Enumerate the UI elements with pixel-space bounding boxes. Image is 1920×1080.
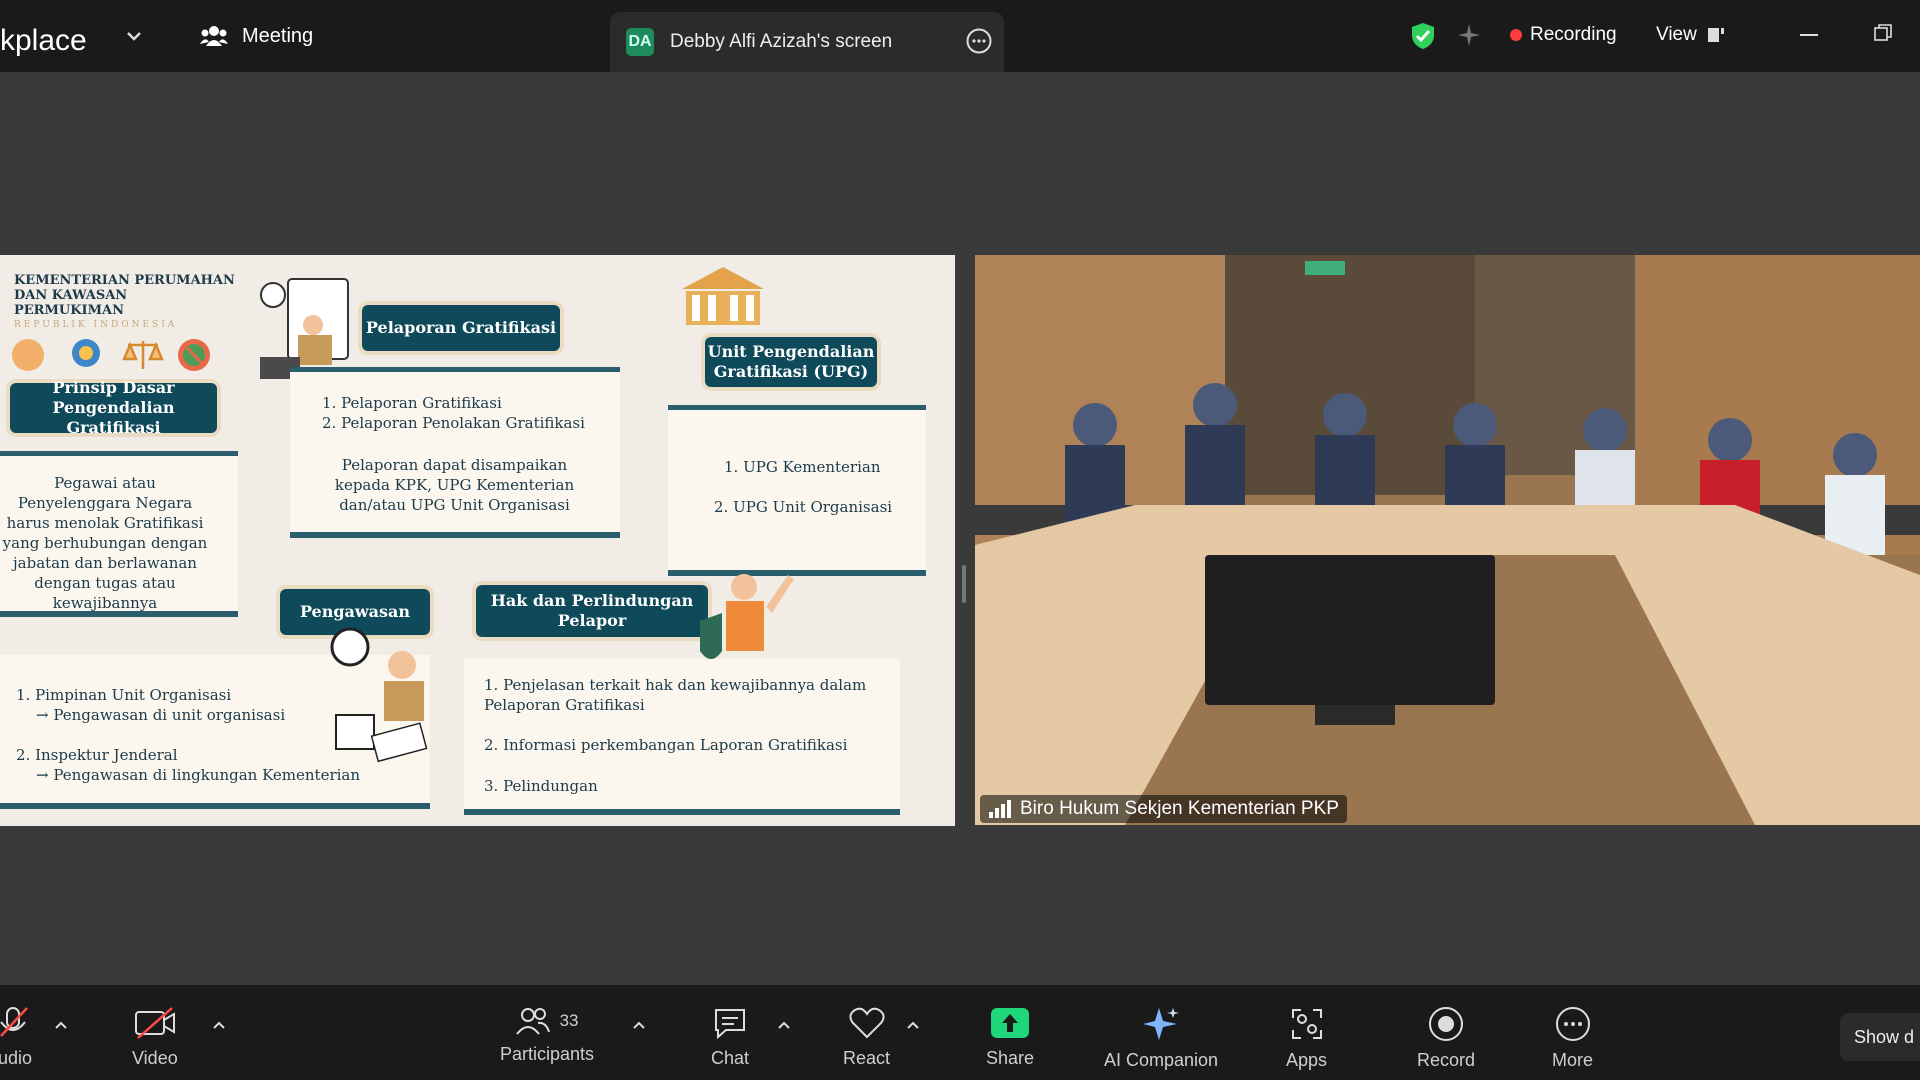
participants-icon	[515, 1008, 550, 1035]
recording-label: Recording	[1530, 24, 1617, 45]
audio-label: udio	[0, 1048, 33, 1068]
chevron-down-icon[interactable]	[124, 26, 144, 46]
react-caret-icon[interactable]	[906, 1020, 920, 1030]
principle-icons	[12, 339, 210, 371]
ministry-subtitle: REPUBLIK INDONESIA	[14, 320, 178, 330]
hak-item-1: 1. Penjelasan terkait hak dan kewajibann…	[484, 676, 867, 714]
upg-header-text: Unit Pengendalian Gratifikasi (UPG)	[707, 342, 875, 381]
upg-card	[668, 405, 926, 576]
prinsip-header: Prinsip Dasar Pengendalian Gratifikasi	[10, 378, 217, 437]
apps-button[interactable]: Apps	[1286, 1006, 1327, 1071]
shared-screen-name: Debby Alfi Azizah's screen	[670, 31, 893, 52]
signal-strength-icon	[989, 800, 1011, 818]
hak-item-2: 2. Informasi perkembangan Laporan Gratif…	[484, 736, 848, 754]
show-button[interactable]: Show d	[1840, 1013, 1920, 1061]
record-button[interactable]: Record	[1417, 1006, 1475, 1071]
pengawasan-item-2: 2. Inspektur Jenderal	[16, 746, 178, 764]
chat-button[interactable]: Chat	[711, 1006, 749, 1069]
pengawasan-header-text: Pengawasan	[299, 602, 411, 621]
supervision-illustration	[330, 627, 428, 763]
more-button[interactable]: More	[1552, 1006, 1593, 1071]
recording-indicator[interactable]: Recording	[1510, 24, 1617, 46]
participants-label: Participants	[500, 1044, 595, 1064]
video-label: Video	[132, 1048, 178, 1068]
upg-item-1: 1. UPG Kementerian	[724, 458, 881, 476]
ministry-title: KEMENTERIAN PERUMAHAN DAN KAWASAN PERMUK…	[14, 273, 235, 318]
participants-caret-icon[interactable]	[632, 1020, 646, 1030]
more-icon	[1555, 1007, 1590, 1041]
participants-count: 33	[559, 1011, 579, 1030]
ai-companion-button[interactable]: AI Companion	[1104, 1006, 1218, 1071]
chat-caret-icon[interactable]	[777, 1020, 791, 1030]
people-icon	[200, 26, 228, 46]
meeting-menu[interactable]: Meeting	[200, 24, 313, 48]
audio-button[interactable]: udio	[0, 1006, 32, 1069]
react-button[interactable]: React	[843, 1006, 890, 1069]
participant-name: Biro Hukum Sekjen Kementerian PKP	[1020, 798, 1339, 819]
more-label: More	[1552, 1050, 1594, 1070]
chat-icon	[715, 1009, 746, 1040]
pengawasan-item-2-sub: → Pengawasan di lingkungan Kementerian	[36, 766, 361, 784]
prinsip-text: Pegawai atau Penyelenggara Negara harus …	[2, 474, 208, 612]
audio-options-caret-icon[interactable]	[54, 1020, 68, 1030]
view-layout-icon	[1707, 28, 1724, 42]
pengawasan-item-1-sub: → Pengawasan di unit organisasi	[36, 706, 286, 724]
view-label: View	[1656, 24, 1697, 45]
video-button[interactable]: Video	[132, 1006, 178, 1069]
split-resize-handle[interactable]	[962, 565, 966, 603]
heart-icon	[848, 1007, 885, 1039]
prinsip-header-text: Prinsip Dasar Pengendalian Gratifikasi	[52, 378, 175, 437]
ai-companion-label: AI Companion	[1104, 1050, 1219, 1070]
hak-item-3: 3. Pelindungan	[484, 777, 598, 795]
view-button[interactable]: View	[1656, 24, 1725, 46]
more-options-icon[interactable]	[966, 28, 992, 54]
video-off-icon	[134, 1007, 175, 1039]
participants-icon-row: 33	[515, 1006, 579, 1036]
hak-header: Hak dan Perlindungan Pelapor	[476, 585, 708, 637]
meeting-label: Meeting	[242, 24, 314, 47]
react-label: React	[843, 1048, 891, 1068]
upg-header: Unit Pengendalian Gratifikasi (UPG)	[705, 337, 877, 387]
apps-label: Apps	[1286, 1050, 1328, 1070]
pelaporan-header: Pelaporan Gratifikasi	[362, 305, 560, 351]
security-shield-icon[interactable]	[1410, 22, 1436, 50]
record-label: Record	[1417, 1050, 1476, 1070]
meeting-room-scene	[975, 255, 1920, 825]
restore-window-icon[interactable]	[1874, 24, 1892, 42]
pelaporan-item-2: 2. Pelaporan Penolakan Gratifikasi	[322, 414, 585, 432]
upg-item-2: 2. UPG Unit Organisasi	[714, 498, 893, 516]
participant-name-label: Biro Hukum Sekjen Kementerian PKP	[980, 795, 1347, 823]
ministry-name: KEMENTERIAN PERUMAHAN DAN KAWASAN PERMUK…	[14, 273, 239, 333]
video-options-caret-icon[interactable]	[212, 1020, 226, 1030]
app-title: kplace	[0, 24, 87, 57]
share-label: Share	[986, 1048, 1035, 1068]
participants-button[interactable]: 33 Participants	[500, 1006, 594, 1065]
building-icon	[682, 267, 764, 325]
ai-sparkle-icon[interactable]	[1456, 22, 1482, 48]
chat-label: Chat	[711, 1048, 750, 1068]
shared-screen-tab[interactable]: DA Debby Alfi Azizah's screen	[610, 12, 1004, 72]
participant-video[interactable]	[975, 255, 1920, 825]
minimize-icon[interactable]	[1800, 34, 1818, 36]
pelaporan-header-text: Pelaporan Gratifikasi	[365, 318, 557, 337]
pengawasan-item-1: 1. Pimpinan Unit Organisasi	[16, 686, 232, 704]
apps-icon	[1291, 1009, 1322, 1039]
bottom-toolbar	[0, 985, 1920, 1080]
share-screen-icon	[991, 1008, 1030, 1038]
avatar: DA	[626, 28, 654, 56]
hak-header-text: Hak dan Perlindungan Pelapor	[490, 591, 694, 630]
ai-companion-sparkle-icon	[1143, 1008, 1180, 1040]
recording-dot-icon	[1510, 29, 1522, 41]
microphone-muted-icon	[0, 1007, 28, 1037]
pelaporan-note: Pelaporan dapat disampaikan kepada KPK, …	[334, 456, 575, 514]
share-button[interactable]: Share	[986, 1006, 1034, 1069]
record-icon	[1429, 1007, 1464, 1041]
pelaporan-item-1: 1. Pelaporan Gratifikasi	[322, 394, 502, 412]
shared-slide: KEMENTERIAN PERUMAHAN DAN KAWASAN PERMUK…	[0, 255, 955, 826]
